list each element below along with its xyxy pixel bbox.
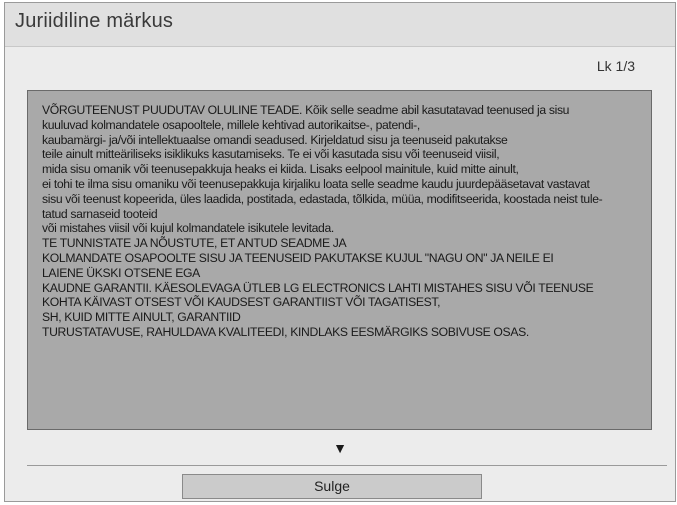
dialog-title: Juriidiline märkus <box>15 10 174 32</box>
notice-line: ei tohi te ilma sisu omaniku või teenuse… <box>42 176 590 191</box>
notice-line: SH, KUID MITTE AINULT, GARANTIID <box>42 310 241 325</box>
notice-line: kuuluvad kolmandatele osapooltele, mille… <box>42 117 420 132</box>
notice-line: teile ainult mitteäriliseks isiklikuks k… <box>42 147 500 162</box>
page-indicator: Lk 1/3 <box>596 58 635 74</box>
title-bar: Juriidiline märkus <box>5 3 675 47</box>
notice-line: tatud sarnaseid tooteid <box>42 206 158 221</box>
notice-line: sisu või teenust kopeerida, üles laadida… <box>42 191 603 206</box>
notice-line: KOHTA KÄIVAST OTSEST VÕI KAUDSEST GARANT… <box>42 295 441 310</box>
notice-line: VÕRGUTEENUST PUUDUTAV OLULINE TEADE. Kõi… <box>42 103 570 117</box>
notice-line: või mistahes viisil või kujul kolmandate… <box>42 221 334 236</box>
divider <box>27 465 667 466</box>
notice-line: mida sisu omanik või teenusepakkuja heak… <box>42 162 519 177</box>
legal-notice-text-box[interactable]: VÕRGUTEENUST PUUDUTAV OLULINE TEADE. Kõi… <box>27 90 652 430</box>
legal-notice-dialog: Juriidiline märkus Lk 1/3 VÕRGUTEENUST P… <box>4 2 676 502</box>
notice-line: TURUSTATAVUSE, RAHULDAVA KVALITEEDI, KIN… <box>42 324 529 339</box>
close-button[interactable]: Sulge <box>182 474 482 499</box>
notice-line: LAIENE ÜKSKI OTSENE EGA <box>42 265 200 280</box>
notice-line: KOLMANDATE OSAPOOLTE SISU JA TEENUSEID P… <box>42 250 554 265</box>
notice-line: TE TUNNISTATE JA NÕUSTUTE, ET ANTUD SEAD… <box>42 236 347 251</box>
notice-line: KAUDNE GARANTII. KÄESOLEVAGA ÜTLEB LG EL… <box>42 280 594 295</box>
triangle-down-icon[interactable]: ▼ <box>5 440 675 456</box>
notice-line: kaubamärgi- ja/või intellektuaalse omand… <box>42 132 508 147</box>
